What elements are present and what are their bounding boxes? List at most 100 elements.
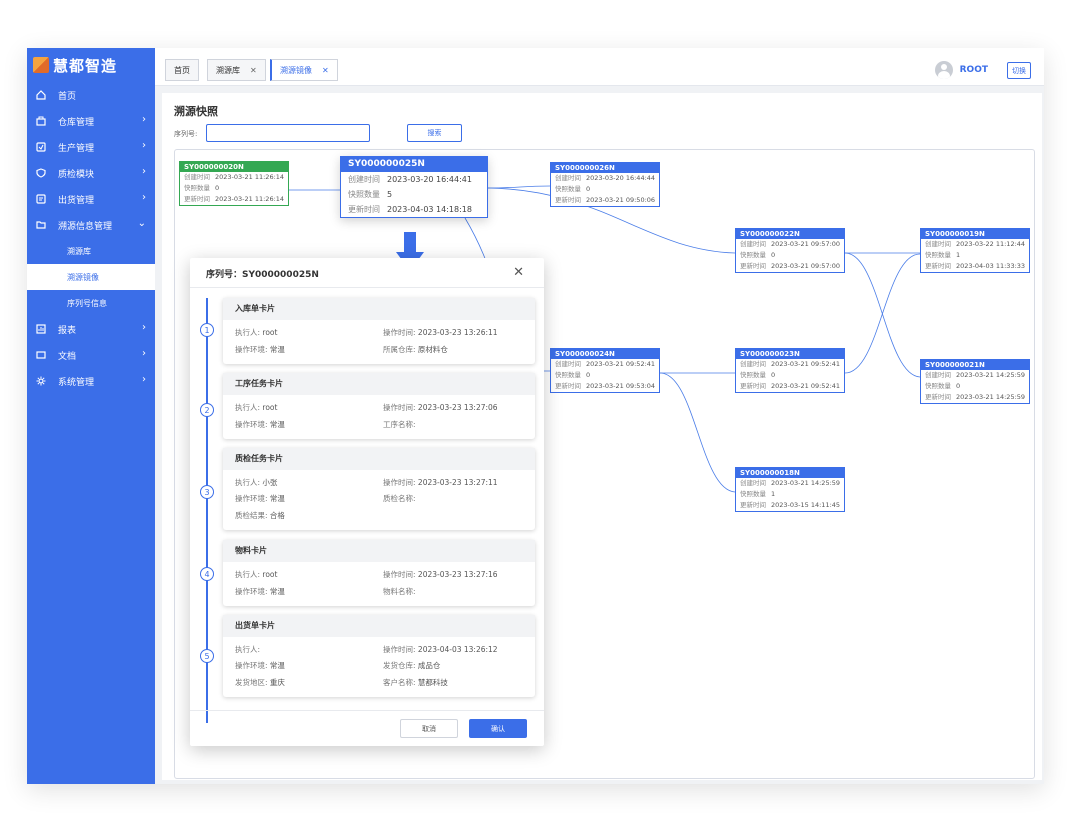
record-card: 物料卡片 执行人: root 操作时间: 2023-03-23 13:27:16… (223, 540, 535, 606)
card-title: 质检任务卡片 (223, 448, 535, 470)
close-icon[interactable]: ✕ (513, 265, 524, 280)
trace-node[interactable]: SY000000018N 创建时间 2023-03-21 14:25:59 快照数… (735, 467, 845, 512)
confirm-button[interactable]: 确认 (469, 719, 527, 738)
production-icon (36, 142, 46, 152)
divider (190, 287, 544, 288)
gear-icon (36, 376, 46, 386)
node-count: 快照数量 1 (925, 251, 961, 259)
sidebar-subitem-trace-library[interactable]: 溯源库 (27, 238, 155, 264)
sidebar-item-label: 仓库管理 (58, 117, 95, 128)
node-created: 创建时间 2023-03-21 09:52:41 (555, 360, 656, 368)
sidebar-item-label: 溯源信息管理 (58, 221, 113, 232)
card-field: 发货地区: 重庆 (235, 678, 285, 687)
selected-trace-node[interactable]: SY000000025N 创建时间 2023-03-20 16:44:41 快照数… (340, 156, 488, 218)
step-marker: 3 (200, 485, 214, 499)
node-title: SY000000021N (921, 360, 1029, 370)
avatar (934, 61, 953, 79)
card-field: 执行人: (235, 645, 261, 654)
node-created: 创建时间 2023-03-20 16:44:44 (555, 174, 656, 182)
sidebar-item-warehouse[interactable]: 仓库管理 › (27, 108, 155, 134)
document-icon (36, 350, 46, 360)
node-updated: 更新时间 2023-03-21 11:26:14 (184, 195, 285, 203)
node-title: SY000000024N (551, 349, 659, 359)
trace-node[interactable]: SY000000026N 创建时间 2023-03-20 16:44:44 快照数… (550, 162, 660, 207)
card-field: 执行人: 小张 (235, 478, 278, 487)
sidebar-item-shipping[interactable]: 出货管理 › (27, 186, 155, 212)
trace-node[interactable]: SY000000023N 创建时间 2023-03-21 09:52:41 快照数… (735, 348, 845, 393)
trace-node[interactable]: SY000000021N 创建时间 2023-03-21 14:25:59 快照数… (920, 359, 1030, 404)
home-icon (36, 90, 46, 100)
node-title: SY000000018N (736, 468, 844, 478)
card-field: 执行人: root (235, 403, 278, 412)
sidebar-item-system[interactable]: 系统管理 › (27, 368, 155, 394)
card-title: 工序任务卡片 (223, 373, 535, 395)
node-count: 快照数量 1 (740, 490, 776, 498)
trace-node[interactable]: SY000000020N 创建时间 2023-03-21 11:26:14 快照数… (179, 161, 289, 206)
chevron-right-icon: › (142, 192, 146, 203)
chevron-right-icon: › (142, 166, 146, 177)
card-field: 操作环境: 常温 (235, 420, 285, 429)
trace-node[interactable]: SY000000019N 创建时间 2023-03-22 11:12:44 快照数… (920, 228, 1030, 273)
sidebar-item-label: 质检模块 (58, 169, 95, 180)
record-card: 质检任务卡片 执行人: 小张 操作时间: 2023-03-23 13:27:11… (223, 448, 535, 530)
sidebar-item-report[interactable]: 报表 › (27, 316, 155, 342)
trace-node[interactable]: SY000000022N 创建时间 2023-03-21 09:57:00 快照数… (735, 228, 845, 273)
sidebar-subitem-trace-mirror[interactable]: 溯源镜像 (27, 264, 155, 290)
app-logo: 慧都智造 (27, 48, 155, 82)
card-title: 物料卡片 (223, 540, 535, 562)
node-updated: 更新时间 2023-03-21 09:50:06 (555, 196, 656, 204)
node-updated: 更新时间 2023-03-21 09:53:04 (555, 382, 656, 390)
node-count: 快照数量 0 (740, 251, 776, 259)
search-input[interactable] (206, 124, 370, 142)
record-card: 入库单卡片 执行人: root 操作时间: 2023-03-23 13:26:1… (223, 298, 535, 364)
search-button[interactable]: 搜索 (407, 124, 462, 142)
card-field: 操作时间: 2023-04-03 13:26:12 (383, 645, 498, 654)
node-updated: 更新时间 2023-03-21 09:52:41 (740, 382, 841, 390)
node-count: 快照数量 0 (925, 382, 961, 390)
card-field: 执行人: root (235, 328, 278, 337)
user-info[interactable]: ROOT (934, 61, 988, 79)
switch-button[interactable]: 切换 (1007, 62, 1031, 79)
tab-label: 溯源镜像 (280, 65, 312, 75)
shipping-icon (36, 194, 46, 204)
report-icon (36, 324, 46, 334)
warehouse-icon (36, 116, 46, 126)
close-icon[interactable]: ✕ (250, 66, 257, 75)
node-count: 快照数量 0 (184, 184, 220, 192)
sidebar-item-label: 系统管理 (58, 377, 95, 388)
node-created: 创建时间 2023-03-21 14:25:59 (740, 479, 841, 487)
sidebar-item-docs[interactable]: 文档 › (27, 342, 155, 368)
node-title: SY000000023N (736, 349, 844, 359)
node-updated: 更新时间 2023-03-15 14:11:45 (740, 501, 841, 509)
sidebar-item-home[interactable]: 首页 (27, 82, 155, 108)
sidebar-item-production[interactable]: 生产管理 › (27, 134, 155, 160)
sidebar-item-quality[interactable]: 质检模块 › (27, 160, 155, 186)
link-line (844, 252, 921, 378)
close-icon[interactable]: ✕ (322, 66, 329, 75)
card-field: 工序名称: (383, 420, 416, 429)
cancel-button[interactable]: 取消 (400, 719, 458, 738)
card-field: 操作时间: 2023-03-23 13:26:11 (383, 328, 498, 337)
tab-trace-library[interactable]: 溯源库 ✕ (207, 59, 266, 81)
record-card: 出货单卡片 执行人: 操作时间: 2023-04-03 13:26:12 操作环… (223, 615, 535, 697)
chevron-right-icon: › (142, 322, 146, 333)
tab-trace-mirror[interactable]: 溯源镜像 ✕ (270, 59, 338, 81)
card-field: 质检结果: 合格 (235, 511, 285, 520)
sidebar-subitem-serial-info[interactable]: 序列号信息 (27, 290, 155, 316)
sidebar-item-label: 报表 (58, 325, 77, 336)
chevron-right-icon: › (142, 114, 146, 125)
sidebar-item-label: 文档 (58, 351, 77, 362)
node-created: 创建时间 2023-03-21 14:25:59 (925, 371, 1026, 379)
card-field: 所属仓库: 原材料仓 (383, 345, 448, 354)
trace-node[interactable]: SY000000024N 创建时间 2023-03-21 09:52:41 快照数… (550, 348, 660, 393)
node-count: 快照数量 0 (740, 371, 776, 379)
card-title: 出货单卡片 (223, 615, 535, 637)
tab-home[interactable]: 首页 (165, 59, 199, 81)
link-line (659, 372, 736, 493)
node-created: 创建时间 2023-03-21 11:26:14 (184, 173, 285, 181)
folder-icon (36, 220, 46, 230)
card-field: 发货仓库: 成品仓 (383, 661, 441, 670)
card-field: 客户名称: 慧都科技 (383, 678, 448, 687)
sidebar-item-trace[interactable]: 溯源信息管理 ⌄ (27, 212, 155, 238)
dialog-title: 序列号：SY000000025N (206, 270, 319, 280)
